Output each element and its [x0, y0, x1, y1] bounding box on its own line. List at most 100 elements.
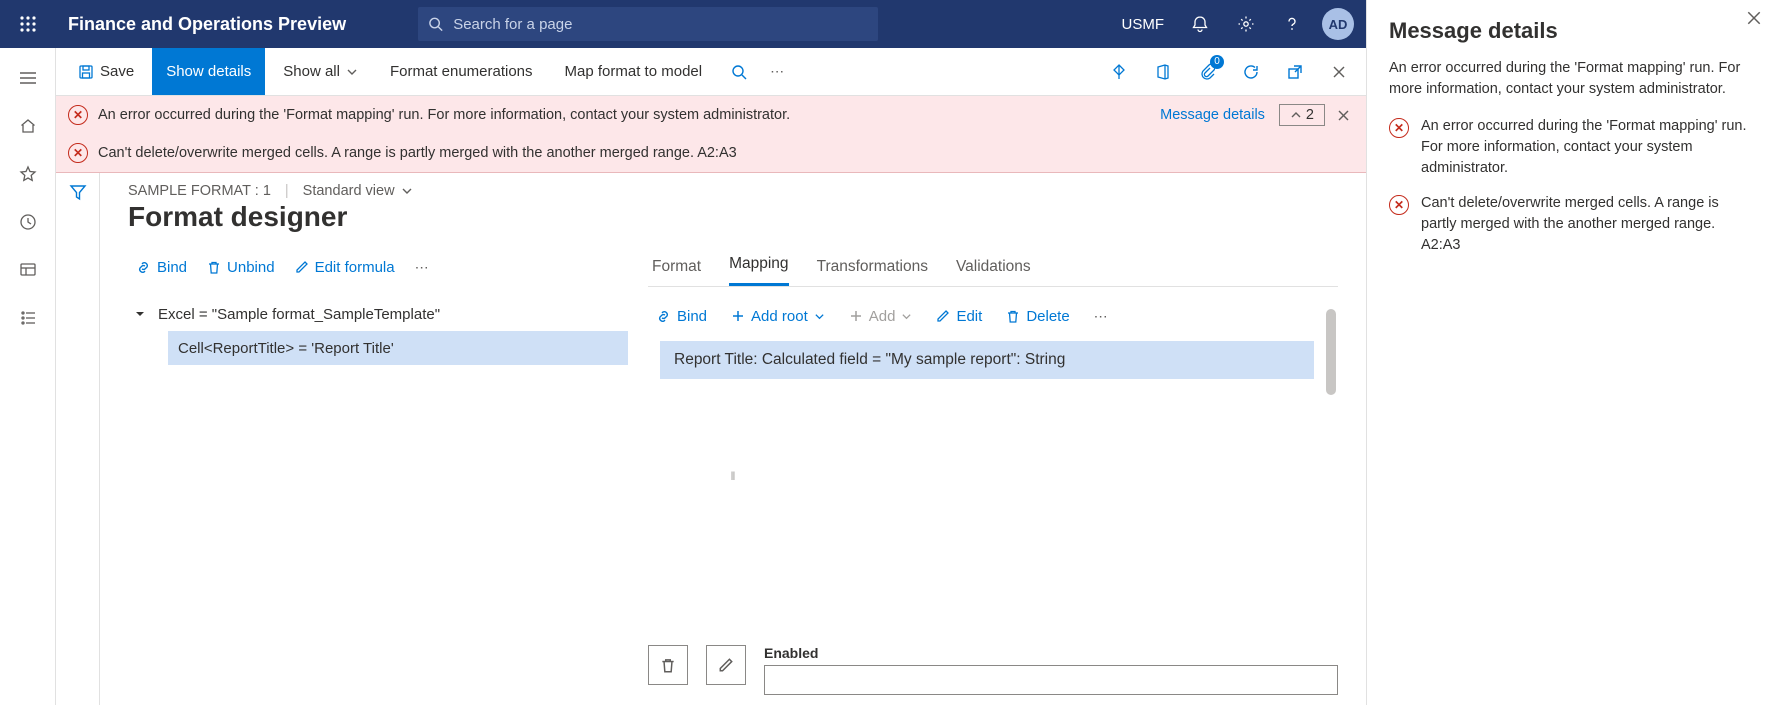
chevron-up-icon — [1290, 109, 1302, 121]
message-count: 2 — [1306, 107, 1314, 123]
overflow-icon[interactable]: ⋯ — [762, 63, 792, 80]
add-root-label: Add root — [751, 308, 808, 325]
popout-icon[interactable] — [1276, 53, 1314, 91]
page-title: Format designer — [128, 201, 1338, 233]
edit-mapping-button[interactable] — [706, 645, 746, 685]
delete-mapping-button[interactable] — [648, 645, 688, 685]
overflow-icon[interactable]: ⋯ — [407, 259, 437, 276]
breadcrumb-path: SAMPLE FORMAT : 1 — [128, 183, 271, 199]
unbind-label: Unbind — [227, 259, 275, 276]
show-all-button[interactable]: Show all — [269, 48, 372, 95]
enabled-input[interactable] — [764, 665, 1338, 695]
workspaces-icon[interactable] — [4, 248, 52, 292]
view-selector[interactable]: Standard view — [303, 183, 413, 199]
filter-icon[interactable] — [69, 183, 87, 705]
link-icon — [656, 309, 671, 324]
user-avatar[interactable]: AD — [1322, 8, 1354, 40]
favorites-icon[interactable] — [4, 152, 52, 196]
search-icon — [428, 16, 443, 32]
app-title: Finance and Operations Preview — [56, 14, 358, 35]
tab-mapping[interactable]: Mapping — [729, 255, 788, 286]
bind-label: Bind — [157, 259, 187, 276]
home-icon[interactable] — [4, 104, 52, 148]
scrollbar-thumb[interactable] — [1326, 309, 1336, 395]
link-icon — [136, 260, 151, 275]
enabled-label: Enabled — [764, 645, 1338, 661]
error-text: Can't delete/overwrite merged cells. A r… — [98, 145, 1354, 161]
recent-icon[interactable] — [4, 200, 52, 244]
breadcrumb: SAMPLE FORMAT : 1 | Standard view — [128, 183, 1338, 199]
tab-format[interactable]: Format — [652, 258, 701, 286]
add-root-button[interactable]: Add root — [723, 308, 833, 325]
error-text: An error occurred during the 'Format map… — [98, 107, 1154, 123]
search-cmd-icon[interactable] — [720, 53, 758, 91]
top-navbar: Finance and Operations Preview USMF AD — [0, 0, 1366, 48]
plus-icon — [731, 309, 745, 323]
chevron-down-icon — [814, 311, 825, 322]
modules-icon[interactable] — [4, 296, 52, 340]
attachments-badge: 0 — [1210, 55, 1224, 69]
trash-icon — [207, 260, 221, 275]
panel-message-text: Can't delete/overwrite merged cells. A r… — [1421, 193, 1754, 256]
bookmark-icon[interactable] — [1100, 53, 1138, 91]
nav-collapse-icon[interactable] — [4, 56, 52, 100]
dismiss-banner-icon[interactable] — [1333, 105, 1354, 126]
plus-icon — [849, 309, 863, 323]
format-enumerations-button[interactable]: Format enumerations — [376, 48, 547, 95]
close-icon[interactable] — [1320, 53, 1358, 91]
edit-formula-button[interactable]: Edit formula — [287, 259, 403, 276]
designer-area: SAMPLE FORMAT : 1 | Standard view Format… — [56, 173, 1366, 705]
overflow-icon[interactable]: ⋯ — [1086, 308, 1116, 325]
chevron-down-icon — [901, 311, 912, 322]
pencil-icon — [295, 260, 309, 274]
tab-validations[interactable]: Validations — [956, 258, 1031, 286]
error-icon: ✕ — [68, 143, 88, 163]
app-launcher-icon[interactable] — [0, 15, 56, 33]
close-panel-icon[interactable] — [1746, 10, 1762, 26]
show-all-label: Show all — [283, 63, 340, 80]
search-input[interactable] — [453, 16, 868, 33]
panel-title: Message details — [1389, 18, 1754, 44]
panel-message-1: ✕ An error occurred during the 'Format m… — [1389, 116, 1754, 179]
error-banner-1: ✕ An error occurred during the 'Format m… — [56, 96, 1366, 134]
message-details-link[interactable]: Message details — [1154, 107, 1271, 123]
edit-formula-label: Edit formula — [315, 259, 395, 276]
attachments-icon[interactable]: 0 — [1188, 53, 1226, 91]
filter-column — [56, 173, 100, 705]
mapping-row[interactable]: Report Title: Calculated field = "My sam… — [660, 341, 1314, 379]
message-details-panel: Message details An error occurred during… — [1366, 0, 1776, 705]
format-tree: Excel = "Sample format_SampleTemplate" C… — [128, 297, 628, 365]
trash-icon — [1006, 309, 1020, 324]
show-details-button[interactable]: Show details — [152, 48, 265, 95]
panel-summary: An error occurred during the 'Format map… — [1389, 58, 1754, 100]
notifications-icon[interactable] — [1184, 8, 1216, 40]
company-code[interactable]: USMF — [1122, 16, 1165, 33]
tree-root-row[interactable]: Excel = "Sample format_SampleTemplate" — [128, 297, 628, 331]
pencil-icon — [936, 309, 950, 323]
edit-button[interactable]: Edit — [928, 308, 990, 325]
collapse-icon[interactable] — [130, 309, 150, 319]
tab-transformations[interactable]: Transformations — [817, 258, 928, 286]
view-label: Standard view — [303, 183, 395, 199]
chevron-down-icon — [346, 66, 358, 78]
delete-button[interactable]: Delete — [998, 308, 1077, 325]
add-label: Add — [869, 308, 896, 325]
settings-icon[interactable] — [1230, 8, 1262, 40]
save-button[interactable]: Save — [64, 48, 148, 95]
global-search[interactable] — [418, 7, 878, 41]
office-icon[interactable] — [1144, 53, 1182, 91]
tree-child-row[interactable]: Cell<ReportTitle> = 'Report Title' — [168, 331, 628, 365]
map-format-to-model-button[interactable]: Map format to model — [551, 48, 717, 95]
bind-button[interactable]: Bind — [128, 259, 195, 276]
panel-message-2: ✕ Can't delete/overwrite merged cells. A… — [1389, 193, 1754, 256]
mapping-pane: Format Mapping Transformations Validatio… — [648, 247, 1338, 705]
error-icon: ✕ — [1389, 118, 1409, 138]
message-counter[interactable]: 2 — [1279, 104, 1325, 126]
unbind-button[interactable]: Unbind — [199, 259, 283, 276]
help-icon[interactable] — [1276, 8, 1308, 40]
edit-label: Edit — [956, 308, 982, 325]
command-bar: Save Show details Show all Format enumer… — [56, 48, 1366, 96]
mapping-bind-button[interactable]: Bind — [648, 308, 715, 325]
refresh-icon[interactable] — [1232, 53, 1270, 91]
left-rail — [0, 48, 56, 705]
